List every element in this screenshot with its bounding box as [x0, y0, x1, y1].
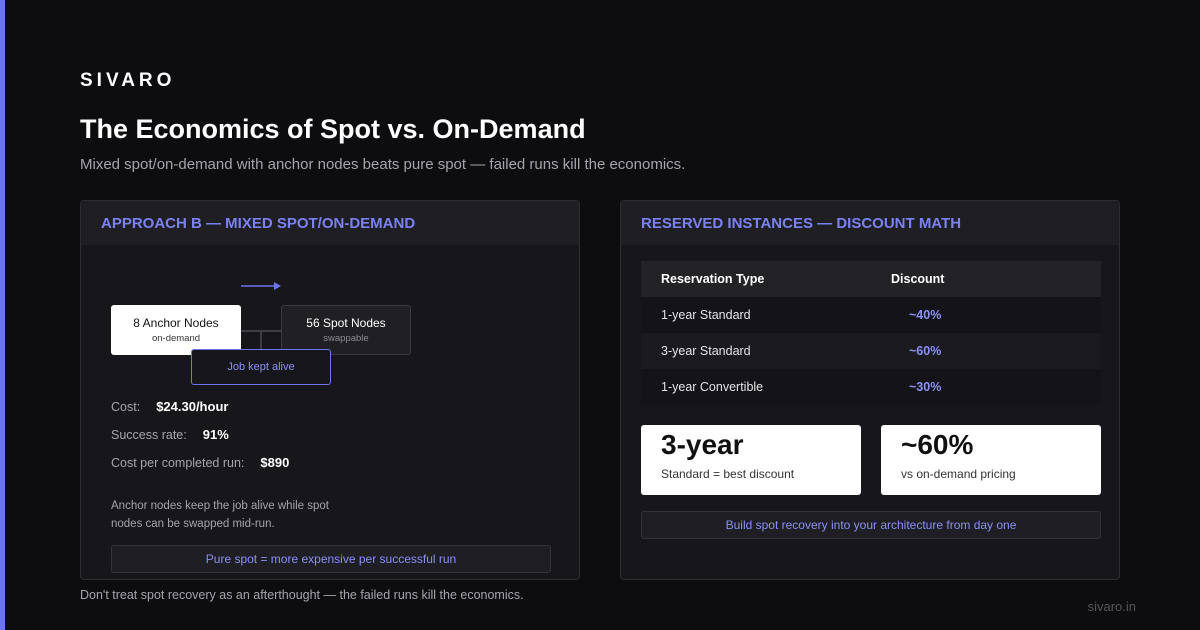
table-header-row: Reservation Type Discount — [641, 261, 1101, 297]
site-link[interactable]: sivaro.in — [1088, 599, 1136, 614]
metric-value: 91% — [202, 427, 229, 442]
reservation-type: 1-year Standard — [661, 308, 751, 322]
panel-title: APPROACH B — MIXED SPOT/ON-DEMAND — [101, 214, 416, 232]
job-alive-box: Job kept alive — [191, 349, 331, 385]
panel-header: APPROACH B — MIXED SPOT/ON-DEMAND — [81, 201, 579, 245]
discount-value: ~60% — [909, 344, 942, 358]
job-alive-label: Job kept alive — [227, 361, 295, 373]
panel-header: RESERVED INSTANCES — DISCOUNT MATH — [621, 201, 1119, 245]
anchor-nodes-subtitle: on-demand — [151, 333, 201, 344]
discount-table: Reservation Type Discount 1-year Standar… — [641, 261, 1101, 405]
spot-nodes-subtitle: swappable — [323, 333, 369, 344]
reservation-type: 1-year Convertible — [661, 380, 764, 394]
column-header-discount: Discount — [891, 272, 945, 286]
stat-big: 3-year — [661, 429, 744, 460]
metric-value: $24.30/hour — [156, 399, 229, 414]
discount-value: ~30% — [909, 380, 942, 394]
metric-label: Cost per completed run: — [111, 456, 245, 470]
column-header-type: Reservation Type — [661, 272, 765, 286]
spot-nodes-title: 56 Spot Nodes — [306, 316, 386, 330]
stat-big: ~60% — [901, 429, 974, 460]
metric-label: Success rate: — [111, 428, 187, 442]
page-subtitle: Mixed spot/on-demand with anchor nodes b… — [80, 156, 686, 173]
table-row: 3-year Standard ~60% — [641, 333, 1101, 369]
brand-logo: SIVARO — [80, 70, 176, 91]
table-row: 1-year Convertible ~30% — [641, 369, 1101, 405]
stat-card-discount: ~60% vs on-demand pricing — [881, 425, 1101, 495]
metric-cost-per-run: Cost per completed run: $890 — [111, 455, 289, 470]
spot-nodes-box: 56 Spot Nodes swappable — [281, 305, 411, 355]
metric-value: $890 — [260, 455, 290, 470]
footer-note: Don't treat spot recovery as an aftertho… — [80, 588, 524, 602]
discount-value: ~40% — [909, 308, 942, 322]
mixed-approach-panel: APPROACH B — MIXED SPOT/ON-DEMAND 8 Anch… — [80, 200, 580, 580]
architecture-callout: Build spot recovery into your architectu… — [641, 511, 1101, 539]
stat-card-term: 3-year Standard = best discount — [641, 425, 861, 495]
arrow-head — [274, 282, 281, 290]
reserved-instances-panel: RESERVED INSTANCES — DISCOUNT MATH Reser… — [620, 200, 1120, 580]
anchor-nodes-box: 8 Anchor Nodes on-demand — [111, 305, 241, 355]
anchor-note: Anchor nodes keep the job alive while sp… — [111, 500, 330, 530]
page-title: The Economics of Spot vs. On-Demand — [80, 114, 586, 144]
stat-small: Standard = best discount — [661, 467, 795, 481]
panel-title: RESERVED INSTANCES — DISCOUNT MATH — [641, 214, 962, 232]
table-row: 1-year Standard ~40% — [641, 297, 1101, 333]
anchor-nodes-title: 8 Anchor Nodes — [133, 316, 219, 330]
pure-spot-callout: Pure spot = more expensive per successfu… — [111, 545, 551, 573]
metric-label: Cost: — [111, 400, 141, 414]
metric-cost: Cost: $24.30/hour — [111, 399, 228, 414]
stat-small: vs on-demand pricing — [901, 467, 1016, 481]
reservation-type: 3-year Standard — [661, 344, 751, 358]
metric-success-rate: Success rate: 91% — [111, 427, 229, 442]
accent-bar — [0, 0, 5, 630]
